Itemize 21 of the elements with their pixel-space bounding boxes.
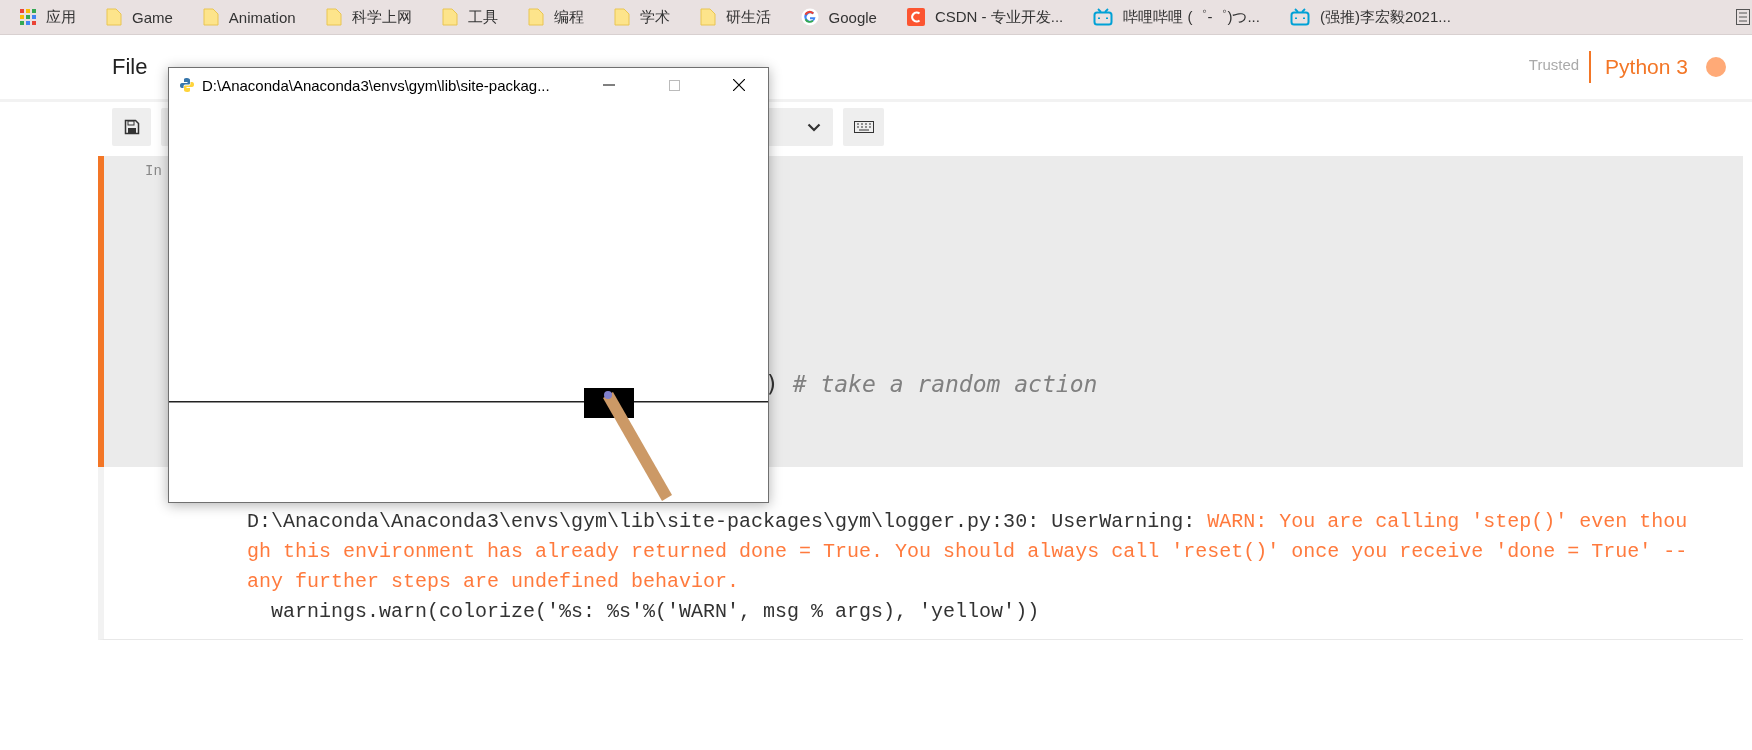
output-line: any further steps are undefined behavior.: [247, 569, 741, 595]
bookmark[interactable]: 编程: [527, 7, 584, 27]
input-prompt: In: [144, 162, 163, 181]
bookmark[interactable]: Game: [106, 8, 173, 26]
kernel-name: Python 3: [1589, 51, 1688, 83]
bookmark[interactable]: 工具: [441, 7, 498, 27]
menu-item[interactable]: File: [112, 54, 148, 80]
bookmark[interactable]: 科学上网: [325, 7, 412, 27]
bookmark[interactable]: 应用: [20, 7, 76, 27]
bookmark[interactable]: 哔哩哔哩 (゜-゜)つ...: [1093, 7, 1260, 27]
output-line: gh this environment has already returned done = True. You should always call 'reset()' once you receive 'done = True' --: [247, 539, 1689, 565]
output-line: warnings.warn(colorize('%s: %s'%('WARN', msg % args), 'yellow')): [270, 599, 1041, 625]
code-line: ) # take a random action: [765, 371, 1098, 397]
bookmark[interactable]: CSDN - 专业开发...: [906, 7, 1064, 27]
window-title: D:\Anaconda\Anaconda3\envs\gym\lib\site-packag...: [202, 76, 551, 94]
output-line: D:\Anaconda\Anaconda3\envs\gym\lib\site-packages\gym\logger.py:30: UserWarning: WARN: You are calling 'step()' even thou: [247, 509, 1689, 535]
bookmark[interactable]: 学术: [613, 7, 670, 27]
bookmark[interactable]: (强推)李宏毅2021...: [1289, 7, 1451, 27]
bookmark[interactable]: Animation: [202, 8, 296, 26]
bookmark[interactable]: 研生活: [699, 7, 771, 27]
bookmark[interactable]: Google: [800, 8, 877, 26]
